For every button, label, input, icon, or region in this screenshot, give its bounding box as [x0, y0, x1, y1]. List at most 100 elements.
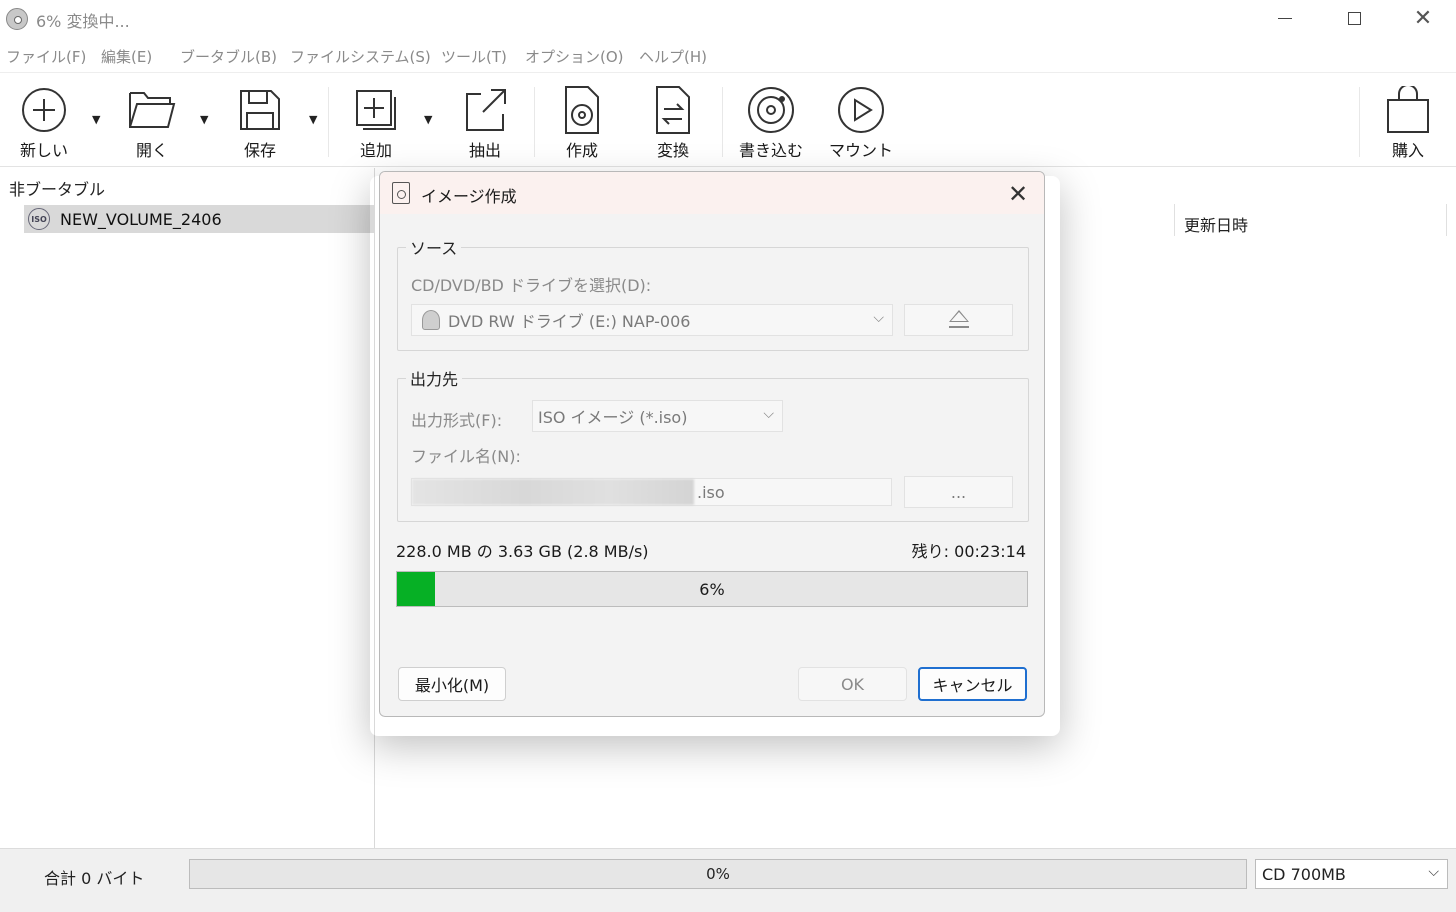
- menu-tools[interactable]: ツール(T): [441, 46, 507, 67]
- maximize-icon: [1347, 11, 1361, 25]
- conversion-progress-bar: 6%: [396, 571, 1028, 607]
- filename-input[interactable]: .iso: [411, 478, 892, 506]
- minimize-button[interactable]: [1262, 2, 1308, 34]
- capacity-progress-text: 0%: [706, 865, 730, 883]
- format-label: 出力形式(F):: [411, 411, 503, 430]
- menu-bootable[interactable]: ブータブル(B): [180, 46, 277, 67]
- dialog-title-bar: イメージ作成 ✕: [380, 172, 1044, 214]
- column-divider[interactable]: [1174, 204, 1175, 236]
- maximize-button[interactable]: [1331, 2, 1377, 34]
- tree-item-volume[interactable]: ISO NEW_VOLUME_2406: [24, 205, 375, 233]
- menu-file[interactable]: ファイル(F): [6, 46, 86, 67]
- menu-bar: ファイル(F) 編集(E) ブータブル(B) ファイルシステム(S) ツール(T…: [0, 40, 1456, 72]
- buy-label: 購入: [1391, 141, 1424, 160]
- dialog-title: イメージ作成: [421, 187, 517, 206]
- tree-pane-header: 非ブータブル: [9, 180, 106, 199]
- column-header-modified[interactable]: 更新日時: [1184, 212, 1248, 236]
- create-label: 作成: [565, 141, 598, 160]
- minimize-dialog-button[interactable]: 最小化(M): [398, 667, 506, 701]
- menu-edit[interactable]: 編集(E): [101, 46, 152, 67]
- media-size-value: CD 700MB: [1262, 864, 1346, 884]
- save-dropdown-icon[interactable]: ▼: [309, 113, 317, 126]
- filename-extension: .iso: [697, 483, 725, 502]
- progress-detail: 228.0 MB の 3.63 GB (2.8 MB/s): [396, 542, 649, 561]
- eject-icon: [948, 310, 969, 330]
- tree-item-label: NEW_VOLUME_2406: [60, 209, 222, 229]
- drive-value: DVD RW ドライブ (E:) NAP-006: [448, 312, 691, 331]
- blurred-filename: [412, 479, 694, 505]
- mount-button[interactable]: マウント: [828, 73, 894, 168]
- disc-app-icon: [6, 8, 28, 30]
- save-button[interactable]: 保存: [230, 73, 290, 168]
- toolbar: 新しい ▼ 開く ▼ 保存 ▼ 追加 ▼ 抽出 作成 変換 書き込む マウント …: [0, 72, 1456, 167]
- plus-circle-icon: [19, 85, 69, 135]
- extract-button[interactable]: 抽出: [455, 73, 515, 168]
- filename-label: ファイル名(N):: [411, 447, 521, 466]
- column-divider[interactable]: [1446, 204, 1447, 236]
- extract-label: 抽出: [468, 141, 501, 160]
- output-legend: 出力先: [410, 370, 459, 389]
- folder-icon: [127, 85, 177, 135]
- toolbar-separator: [1359, 87, 1360, 157]
- title-bar: 6% 変換中... ✕: [0, 0, 1456, 38]
- source-legend: ソース: [410, 239, 458, 258]
- extract-arrow-icon: [460, 85, 510, 135]
- ok-button[interactable]: OK: [798, 667, 907, 701]
- open-dropdown-icon[interactable]: ▼: [200, 113, 208, 126]
- new-dropdown-icon[interactable]: ▼: [92, 113, 100, 126]
- tree-pane: 非ブータブル ISO NEW_VOLUME_2406: [0, 168, 375, 848]
- disc-file-icon: [557, 85, 607, 135]
- total-size-label: 合計 0 バイト: [44, 869, 145, 888]
- add-file-icon: [351, 85, 401, 135]
- open-button[interactable]: 開く: [122, 73, 182, 168]
- close-icon: ✕: [1413, 5, 1433, 31]
- convert-file-icon: [648, 85, 698, 135]
- floppy-disk-icon: [235, 85, 285, 135]
- browse-label: ...: [950, 482, 967, 502]
- window-title: 6% 変換中...: [36, 12, 130, 31]
- save-label: 保存: [243, 141, 276, 160]
- drive-icon: [422, 310, 440, 330]
- format-select[interactable]: ISO イメージ (*.iso) ⌵: [532, 400, 783, 432]
- buy-button[interactable]: 購入: [1378, 73, 1438, 168]
- chevron-down-icon: ⌵: [873, 310, 884, 326]
- new-button[interactable]: 新しい: [14, 73, 74, 168]
- drive-select[interactable]: DVD RW ドライブ (E:) NAP-006 ⌵: [411, 304, 893, 336]
- close-icon: ✕: [1007, 180, 1029, 208]
- play-circle-icon: [836, 85, 886, 135]
- disc-file-icon: [392, 182, 410, 204]
- minimize-icon: [1278, 17, 1292, 19]
- toolbar-separator: [328, 87, 329, 157]
- menu-options[interactable]: オプション(O): [525, 46, 624, 67]
- cancel-button[interactable]: キャンセル: [918, 667, 1027, 701]
- capacity-progress-bar: 0%: [189, 859, 1247, 889]
- shopping-bag-icon: [1383, 85, 1433, 135]
- browse-button[interactable]: ...: [904, 476, 1013, 508]
- make-image-dialog: イメージ作成 ✕ ソース CD/DVD/BD ドライブを選択(D): DVD R…: [379, 171, 1045, 717]
- chevron-down-icon: ⌵: [1428, 864, 1439, 880]
- format-value: ISO イメージ (*.iso): [538, 408, 688, 427]
- burn-button[interactable]: 書き込む: [736, 73, 806, 168]
- close-window-button[interactable]: ✕: [1400, 2, 1446, 34]
- menu-help[interactable]: ヘルプ(H): [639, 46, 707, 67]
- time-remaining: 残り: 00:23:14: [911, 542, 1026, 561]
- add-dropdown-icon[interactable]: ▼: [424, 113, 432, 126]
- status-bar: 合計 0 バイト 0% CD 700MB ⌵: [0, 848, 1456, 912]
- menu-filesystem[interactable]: ファイルシステム(S): [290, 46, 431, 67]
- chevron-down-icon: ⌵: [763, 406, 774, 422]
- new-label: 新しい: [19, 141, 68, 160]
- open-label: 開く: [135, 141, 168, 160]
- create-image-button[interactable]: 作成: [552, 73, 612, 168]
- convert-button[interactable]: 変換: [643, 73, 703, 168]
- burn-label: 書き込む: [738, 141, 803, 160]
- toolbar-separator: [722, 87, 723, 157]
- drive-label: CD/DVD/BD ドライブを選択(D):: [411, 276, 652, 295]
- add-label: 追加: [359, 141, 392, 160]
- dialog-close-button[interactable]: ✕: [1002, 178, 1034, 210]
- eject-button[interactable]: [904, 304, 1013, 336]
- add-button[interactable]: 追加: [346, 73, 406, 168]
- progress-percent: 6%: [699, 579, 725, 599]
- mount-label: マウント: [828, 141, 893, 160]
- media-size-select[interactable]: CD 700MB ⌵: [1255, 859, 1448, 889]
- convert-label: 変換: [656, 141, 689, 160]
